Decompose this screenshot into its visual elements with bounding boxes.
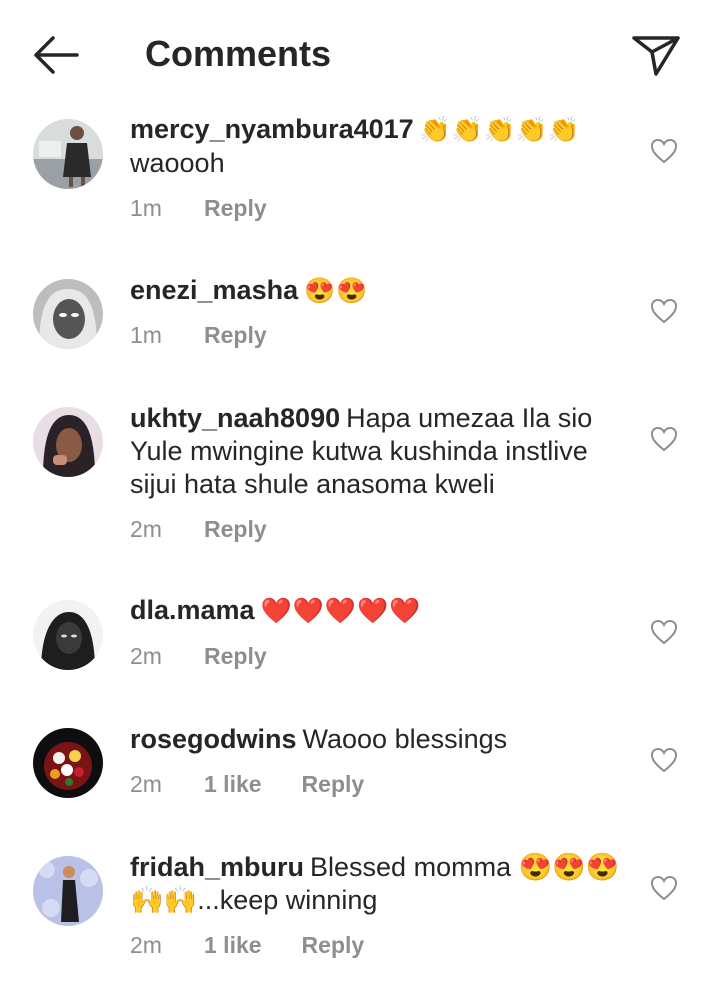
comment-meta: 2m Reply xyxy=(130,514,267,544)
like-count[interactable]: 1 like xyxy=(204,930,262,960)
back-arrow-icon[interactable] xyxy=(28,30,84,80)
comment-body: mercy_nyambura4017 👏👏👏👏👏 waoooh xyxy=(130,113,620,180)
comment-emojis: 👏👏👏👏👏 xyxy=(419,116,581,144)
comment-meta: 1m Reply xyxy=(130,193,267,223)
comment-time: 1m xyxy=(130,322,162,348)
comment-username[interactable]: rosegodwins xyxy=(130,724,297,754)
reply-button[interactable]: Reply xyxy=(302,771,365,797)
comment-body: fridah_mburu Blessed momma 😍😍😍🙌🙌...keep w… xyxy=(130,851,620,917)
avatar[interactable] xyxy=(33,728,103,798)
reply-button[interactable]: Reply xyxy=(204,322,267,348)
direct-message-icon[interactable] xyxy=(628,30,684,80)
reply-button[interactable]: Reply xyxy=(204,643,267,669)
reply-button[interactable]: Reply xyxy=(204,195,267,221)
comment-time: 2m xyxy=(130,932,162,958)
comment-body: ukhty_naah8090 Hapa umezaa Ila sio Yule m… xyxy=(130,402,620,501)
comment-body: rosegodwins Waooo blessings xyxy=(130,723,620,756)
comment-meta: 1m Reply xyxy=(130,320,267,350)
comment-username[interactable]: ukhty_naah8090 xyxy=(130,403,340,433)
comment-username[interactable]: enezi_masha xyxy=(130,275,298,305)
comment-time: 2m xyxy=(130,771,162,797)
reply-button[interactable]: Reply xyxy=(302,932,365,958)
page-title: Comments xyxy=(145,33,332,74)
heart-icon[interactable] xyxy=(650,138,678,164)
avatar[interactable] xyxy=(33,119,103,189)
comment-username[interactable]: mercy_nyambura4017 xyxy=(130,114,414,144)
avatar[interactable] xyxy=(33,279,103,349)
comment-body: enezi_masha 😍😍 xyxy=(130,274,620,308)
like-count[interactable]: 1 like xyxy=(204,769,262,799)
comment-body: dla.mama ❤️❤️❤️❤️❤️ xyxy=(130,594,620,628)
comment-username[interactable]: fridah_mburu xyxy=(130,852,304,882)
comment-time: 2m xyxy=(130,643,162,669)
comment-meta: 2m Reply xyxy=(130,641,267,671)
heart-icon[interactable] xyxy=(650,747,678,773)
comment-meta: 2m 1 like Reply xyxy=(130,930,364,960)
reply-button[interactable]: Reply xyxy=(204,516,267,542)
comment-text: waoooh xyxy=(130,148,225,178)
heart-icon[interactable] xyxy=(650,298,678,324)
avatar[interactable] xyxy=(33,407,103,477)
heart-icon[interactable] xyxy=(650,619,678,645)
comment-username[interactable]: dla.mama xyxy=(130,595,255,625)
heart-icon[interactable] xyxy=(650,875,678,901)
header: Comments xyxy=(0,0,720,110)
comment-meta: 2m 1 like Reply xyxy=(130,769,364,799)
avatar[interactable] xyxy=(33,856,103,926)
comment-text: Waooo blessings xyxy=(302,724,508,754)
avatar[interactable] xyxy=(33,600,103,670)
comment-time: 1m xyxy=(130,195,162,221)
comment-emojis: 😍😍 xyxy=(304,277,369,305)
heart-icon[interactable] xyxy=(650,426,678,452)
comment-emojis: ❤️❤️❤️❤️❤️ xyxy=(260,597,422,625)
comment-time: 2m xyxy=(130,516,162,542)
